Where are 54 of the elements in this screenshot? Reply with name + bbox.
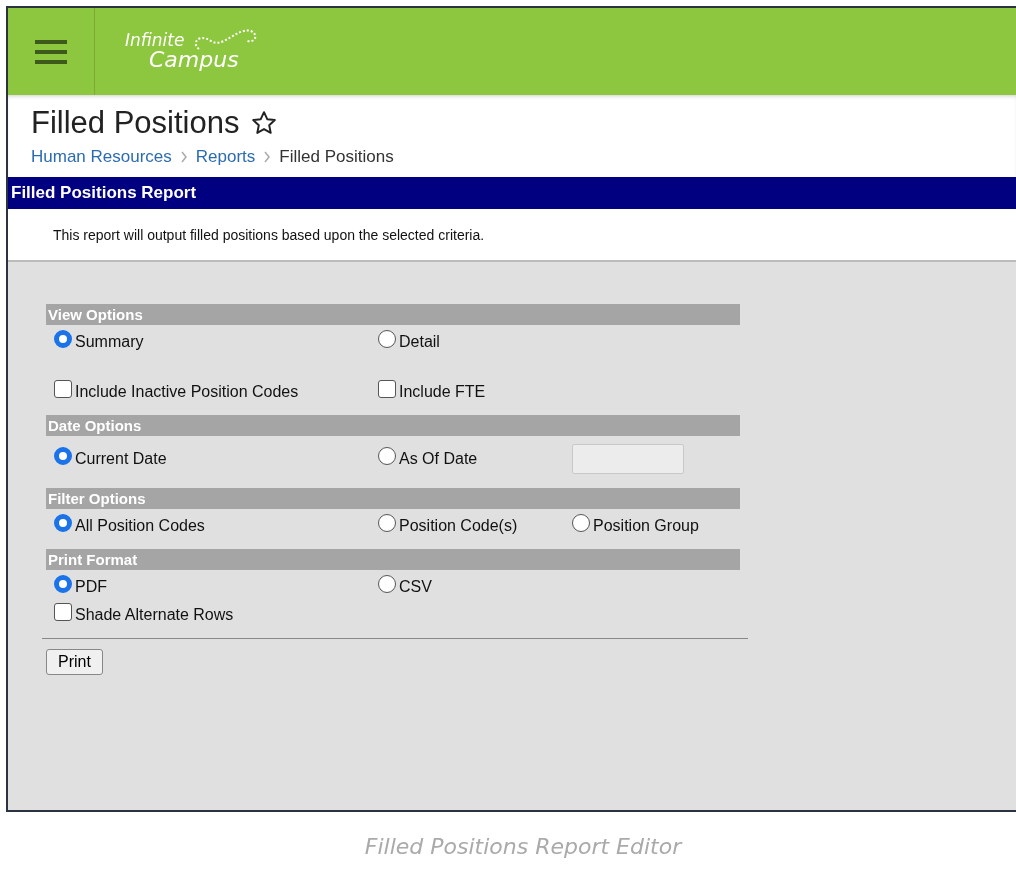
radio-button[interactable] — [378, 447, 396, 465]
breadcrumb-link[interactable]: Reports — [195, 147, 256, 167]
section-header: Filter Options — [46, 488, 740, 509]
radio-option[interactable]: Summary — [54, 333, 378, 351]
checkbox-option[interactable]: Include FTE — [378, 383, 572, 401]
checkbox[interactable] — [54, 380, 72, 398]
radio-option[interactable]: Detail — [378, 333, 572, 351]
breadcrumb-link[interactable]: Human Resources — [31, 147, 172, 167]
option-label: As Of Date — [399, 450, 478, 468]
option-label: Current Date — [75, 450, 167, 468]
radio-option[interactable]: As Of Date — [378, 450, 572, 468]
option-label: Shade Alternate Rows — [75, 606, 234, 624]
radio-option[interactable]: PDF — [54, 578, 378, 596]
report-description: This report will output filled positions based upon the selected criteria. — [8, 209, 1016, 262]
figure-caption: Filled Positions Report Editor — [363, 834, 684, 859]
report-title-bar: Filled Positions Report — [8, 177, 1016, 209]
chevron-icon — [263, 151, 272, 163]
option-label: PDF — [75, 578, 107, 596]
radio-button[interactable] — [378, 575, 396, 593]
print-button[interactable]: Print — [46, 649, 103, 675]
radio-button[interactable] — [378, 514, 396, 532]
option-label: Detail — [399, 333, 440, 351]
option-label: Include FTE — [399, 383, 486, 401]
option-label: Summary — [75, 333, 144, 351]
breadcrumb-current: Filled Positions — [279, 147, 394, 167]
radio-option[interactable]: Position Group — [572, 517, 748, 535]
option-label: CSV — [399, 578, 432, 596]
section-header: View Options — [46, 304, 740, 325]
checkbox-option[interactable]: Shade Alternate Rows — [54, 606, 378, 624]
option-label: Include Inactive Position Codes — [75, 383, 299, 401]
radio-button[interactable] — [572, 514, 590, 532]
section-header: Date Options — [46, 415, 740, 436]
logo-text: Infinite — [125, 32, 186, 49]
option-label: Position Code(s) — [399, 517, 518, 535]
star-icon[interactable] — [251, 110, 278, 136]
radio-option[interactable]: Current Date — [54, 450, 378, 468]
option-label: All Position Codes — [75, 517, 205, 535]
logo-text: Campus — [149, 49, 239, 71]
radio-option[interactable]: CSV — [378, 578, 572, 596]
radio-button[interactable] — [54, 514, 72, 532]
checkbox[interactable] — [378, 380, 396, 398]
radio-option[interactable]: Position Code(s) — [378, 517, 572, 535]
page-title: Filled Positions — [31, 105, 240, 141]
menu-icon[interactable] — [35, 38, 67, 65]
radio-button[interactable] — [378, 330, 396, 348]
checkbox-option[interactable]: Include Inactive Position Codes — [54, 383, 378, 401]
radio-button[interactable] — [54, 575, 72, 593]
radio-option[interactable]: All Position Codes — [54, 517, 378, 535]
option-label: Position Group — [593, 517, 699, 535]
radio-button[interactable] — [54, 330, 72, 348]
radio-button[interactable] — [54, 447, 72, 465]
checkbox[interactable] — [54, 603, 72, 621]
chevron-icon — [179, 151, 188, 163]
section-header: Print Format — [46, 549, 740, 570]
